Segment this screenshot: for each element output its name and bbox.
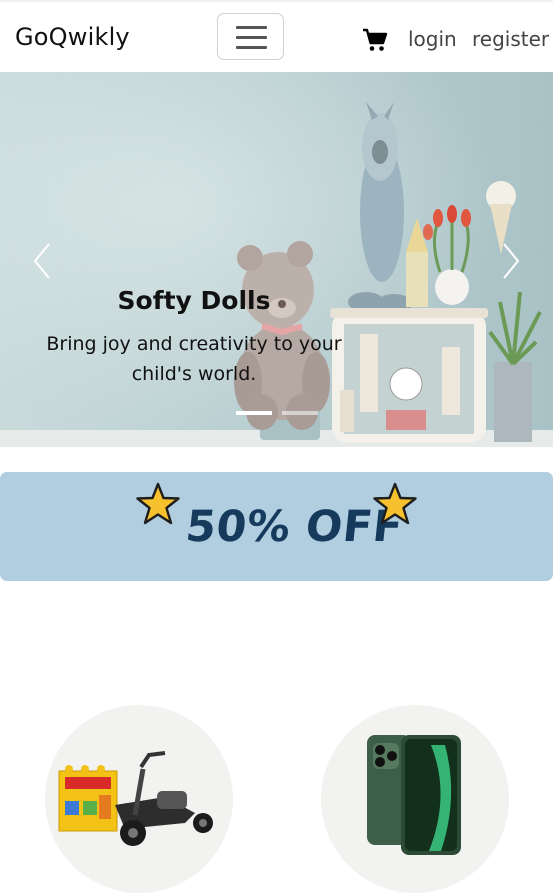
product-image — [58, 751, 213, 846]
carousel-indicator-2[interactable] — [282, 411, 318, 415]
slide-image — [0, 72, 553, 447]
slide-description: Bring joy and creativity to your child's… — [46, 333, 342, 385]
carousel-next-button[interactable] — [496, 240, 526, 282]
brand-logo[interactable]: GoQwikly — [15, 23, 130, 51]
slide-title: Softy Dolls — [117, 286, 271, 315]
star-icon — [136, 482, 180, 525]
carousel-indicator-1[interactable] — [236, 411, 272, 415]
product-card-phone[interactable] — [321, 705, 509, 893]
cart-icon[interactable] — [362, 27, 388, 53]
promo-banner[interactable]: 50% OFF — [0, 472, 553, 581]
login-link[interactable]: login — [408, 27, 457, 51]
chevron-left-icon — [33, 243, 50, 279]
carousel-prev-button[interactable] — [27, 240, 57, 282]
register-link[interactable]: register — [472, 27, 549, 51]
carousel-caption: Softy Dolls Bring joy and creativity to … — [45, 286, 343, 389]
hamburger-icon — [236, 26, 267, 29]
product-image — [367, 735, 461, 855]
menu-toggle-button[interactable] — [217, 13, 284, 60]
star-icon — [373, 482, 417, 525]
product-card-toy[interactable] — [45, 705, 233, 893]
navbar: GoQwikly login register — [0, 0, 553, 72]
hero-carousel: Softy Dolls Bring joy and creativity to … — [0, 72, 553, 447]
chevron-right-icon — [503, 243, 520, 279]
